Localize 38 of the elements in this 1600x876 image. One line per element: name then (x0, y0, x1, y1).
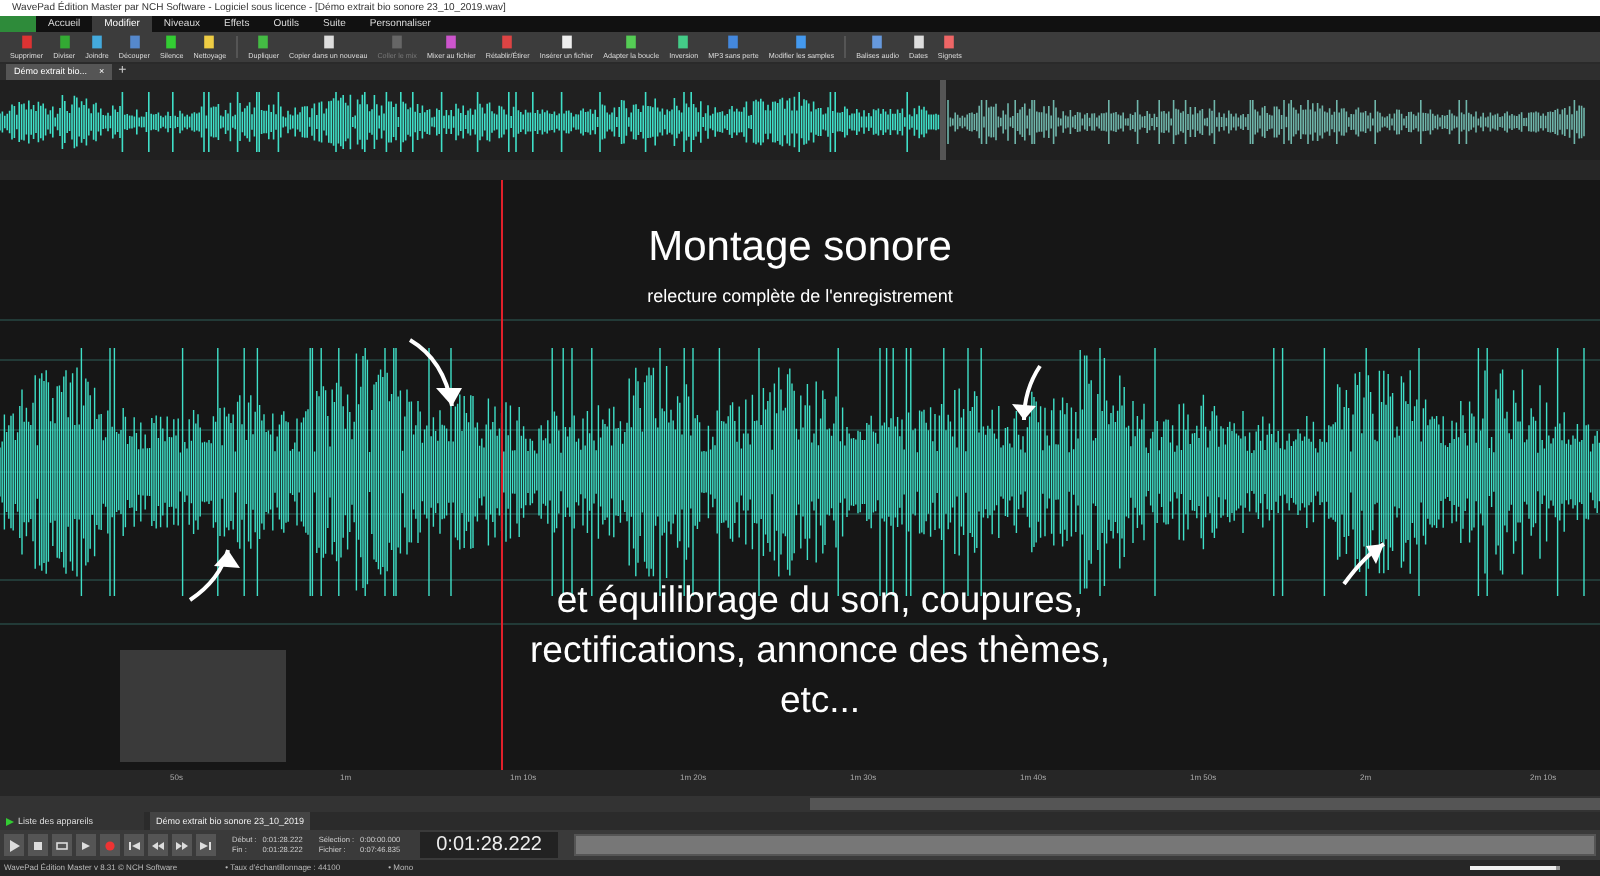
stop-button[interactable] (28, 834, 48, 856)
document-icon (442, 34, 461, 50)
overlay-subtitle: relecture complète de l'enregistrement (645, 284, 955, 310)
overlay-title: Montage sonore (646, 224, 954, 272)
rewind-icon (152, 839, 164, 851)
stop-icon (32, 839, 44, 851)
document-icon (622, 34, 641, 50)
play-button[interactable] (4, 834, 24, 856)
document-icon (674, 34, 693, 50)
position-display: 0:01:28.222 (420, 832, 558, 858)
fast-forward-icon (176, 839, 188, 851)
document-icon (868, 34, 887, 50)
document-icon (724, 34, 743, 50)
overlay-caption: et équilibrage du son, coupures, rectifications, annonce des thèmes, etc... (530, 576, 1110, 724)
curved-arrow (408, 338, 462, 407)
document-icon (388, 34, 407, 50)
document-icon (498, 34, 517, 50)
loop-icon (56, 839, 68, 851)
curved-arrow (188, 549, 240, 602)
play-icon (8, 839, 20, 851)
document-icon (319, 34, 338, 50)
fast-forward-button[interactable] (172, 834, 192, 856)
skip-end-button[interactable] (196, 834, 216, 856)
loop-button[interactable] (52, 834, 72, 856)
skip-start-button[interactable] (124, 834, 144, 856)
play-icon (6, 817, 14, 825)
document-icon (792, 34, 811, 50)
curved-arrow (1012, 364, 1042, 421)
rewind-button[interactable] (148, 834, 168, 856)
play-selection-button[interactable] (76, 834, 96, 856)
document-icon (557, 34, 576, 50)
scrollbar-thumb[interactable] (810, 798, 1600, 810)
skip-start-icon (128, 839, 140, 851)
record-icon (104, 839, 116, 851)
document-icon (254, 34, 273, 50)
skip-end-icon (200, 839, 212, 851)
curved-arrow (1342, 542, 1386, 586)
play-selection-icon (80, 839, 92, 851)
